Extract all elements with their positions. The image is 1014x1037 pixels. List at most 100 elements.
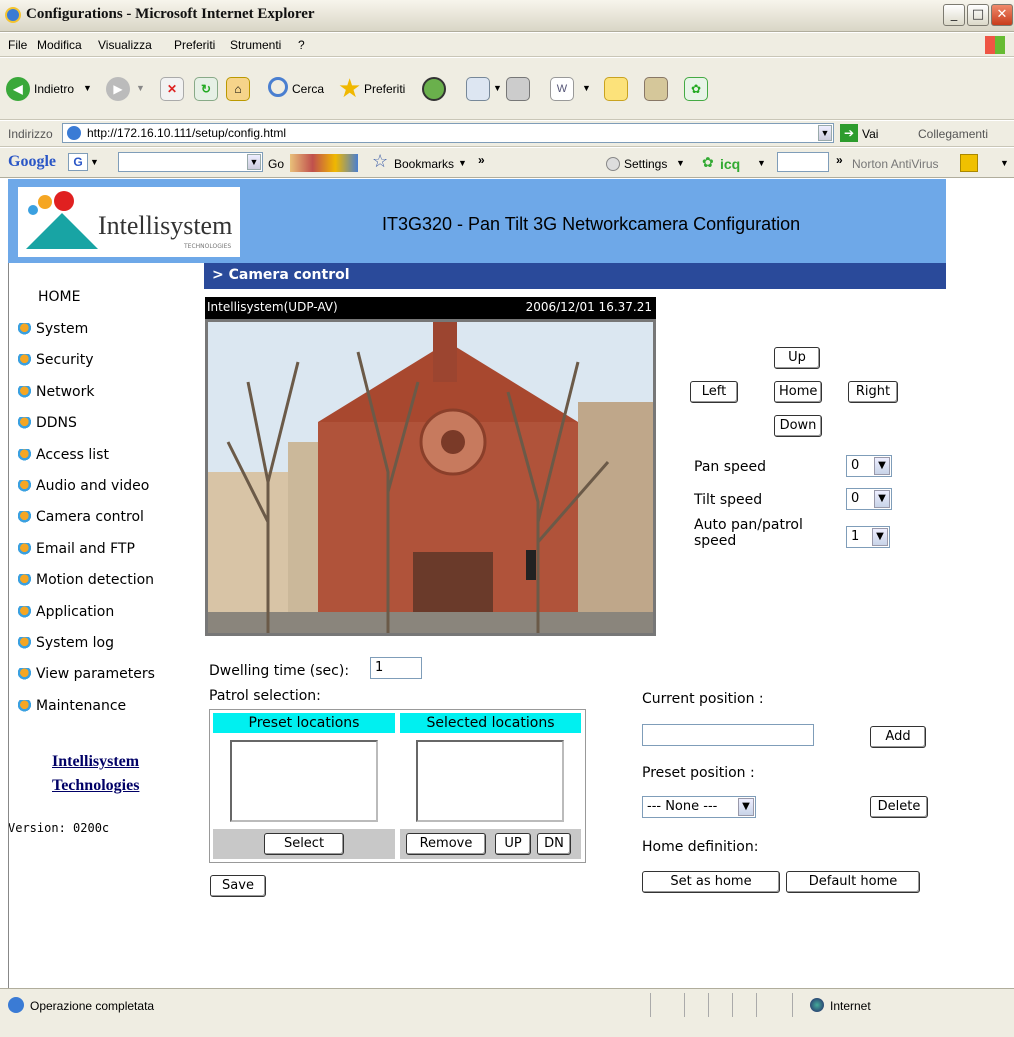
go-arrow-icon[interactable]: ➔	[840, 124, 858, 142]
stop-icon[interactable]: ✕	[160, 77, 184, 101]
maximize-button[interactable]: □	[967, 4, 989, 26]
menu-modifica[interactable]: Modifica	[37, 38, 82, 52]
nav-item-network[interactable]: Network	[18, 384, 94, 400]
mail-icon[interactable]	[466, 77, 490, 101]
back-arrow-icon[interactable]: ◀	[6, 77, 30, 101]
print-icon[interactable]	[506, 77, 530, 101]
settings-dropdown-icon[interactable]: ▼	[676, 158, 685, 168]
nav-item-email-and-ftp[interactable]: Email and FTP	[18, 541, 135, 557]
tilt-speed-select[interactable]: 0 ▼	[846, 488, 892, 510]
delete-preset-button[interactable]: Delete	[870, 796, 928, 818]
company-name-line1[interactable]: Intellisystem	[52, 753, 139, 771]
nav-item-security[interactable]: Security	[18, 352, 94, 368]
search-button-label[interactable]: Cerca	[292, 82, 324, 96]
refresh-icon[interactable]: ↻	[194, 77, 218, 101]
nav-item-camera-control[interactable]: Camera control	[18, 509, 144, 525]
nav-item-ddns[interactable]: DDNS	[18, 415, 77, 431]
google-tool-icons[interactable]	[290, 154, 358, 172]
google-go-button[interactable]: Go	[268, 157, 284, 171]
close-button[interactable]: ✕	[991, 4, 1013, 26]
icq-label[interactable]: icq	[720, 156, 740, 172]
nav-item-view-parameters[interactable]: View parameters	[18, 666, 155, 682]
mail-dropdown-icon[interactable]: ▼	[493, 83, 502, 93]
set-as-home-button[interactable]: Set as home	[642, 871, 780, 893]
nav-item-motion-detection[interactable]: Motion detection	[18, 572, 154, 588]
edit-dropdown-icon[interactable]: ▼	[582, 83, 591, 93]
norton-dropdown-icon[interactable]: ▼	[1000, 158, 1009, 168]
add-preset-button[interactable]: Add	[870, 726, 926, 748]
patrol-select-button[interactable]: Select	[264, 833, 344, 855]
dwelling-input[interactable]: 1	[370, 657, 422, 679]
nav-item-maintenance[interactable]: Maintenance	[18, 698, 126, 714]
icq-icon[interactable]: ✿	[702, 154, 714, 171]
google-logo[interactable]: Google	[8, 153, 56, 171]
pan-left-button[interactable]: Left	[690, 381, 738, 403]
forward-arrow-icon[interactable]: ▶	[106, 77, 130, 101]
icq-flower-icon[interactable]: ✿	[684, 77, 708, 101]
more-chevron-2-icon[interactable]: »	[836, 153, 843, 167]
nav-item-application[interactable]: Application	[18, 604, 114, 620]
bookmarks-dropdown-icon[interactable]: ▼	[458, 158, 467, 168]
more-chevron-icon[interactable]: »	[478, 153, 485, 167]
nav-item-audio-and-video[interactable]: Audio and video	[18, 478, 149, 494]
favorites-star-icon[interactable]: ★	[338, 73, 361, 104]
nav-item-system-log[interactable]: System log	[18, 635, 114, 651]
company-name-line2[interactable]: Technologies	[52, 777, 139, 795]
menu-file[interactable]: File	[8, 38, 27, 52]
preset-position-dropdown-icon[interactable]: ▼	[738, 798, 754, 816]
nav-item-system[interactable]: System	[18, 321, 88, 337]
pan-speed-dropdown-icon[interactable]: ▼	[874, 457, 890, 475]
icq-dropdown-icon[interactable]: ▼	[757, 158, 766, 168]
back-button-label[interactable]: Indietro	[34, 82, 74, 96]
menu-strumenti[interactable]: Strumenti	[230, 38, 281, 52]
patrol-up-button[interactable]: UP	[495, 833, 531, 855]
settings-button[interactable]: Settings	[624, 157, 667, 171]
note-icon[interactable]	[604, 77, 628, 101]
patrol-remove-button[interactable]: Remove	[406, 833, 486, 855]
nav-item-access-list[interactable]: Access list	[18, 447, 109, 463]
google-menu-icon[interactable]: ▼	[90, 157, 99, 167]
history-icon[interactable]	[422, 77, 446, 101]
address-dropdown-icon[interactable]: ▼	[818, 125, 832, 141]
google-search-input[interactable]: ▼	[118, 152, 263, 172]
icq-input[interactable]	[777, 152, 829, 172]
menu-visualizza[interactable]: Visualizza	[98, 38, 152, 52]
auto-speed-dropdown-icon[interactable]: ▼	[872, 528, 888, 546]
research-icon[interactable]	[644, 77, 668, 101]
back-dropdown-icon[interactable]: ▼	[83, 83, 92, 93]
edit-word-icon[interactable]: W	[550, 77, 574, 101]
auto-speed-select[interactable]: 1 ▼	[846, 526, 890, 548]
links-label[interactable]: Collegamenti	[918, 127, 988, 141]
settings-circle-icon[interactable]	[606, 157, 620, 171]
preset-position-select[interactable]: --- None --- ▼	[642, 796, 756, 818]
selected-locations-list[interactable]	[416, 740, 564, 822]
pan-right-button[interactable]: Right	[848, 381, 898, 403]
forward-dropdown-icon[interactable]: ▼	[136, 83, 145, 93]
default-home-button[interactable]: Default home	[786, 871, 920, 893]
search-icon[interactable]	[268, 77, 288, 97]
tilt-speed-dropdown-icon[interactable]: ▼	[874, 490, 890, 508]
menu-preferiti[interactable]: Preferiti	[174, 38, 215, 52]
pan-up-button[interactable]: Up	[774, 347, 820, 369]
address-input[interactable]: http://172.16.10.111/setup/config.html ▼	[62, 123, 834, 143]
preset-locations-list[interactable]	[230, 740, 378, 822]
minimize-button[interactable]: _	[943, 4, 965, 26]
google-search-dropdown-icon[interactable]: ▼	[247, 154, 261, 170]
bookmarks-star-icon[interactable]: ☆	[372, 151, 388, 172]
pan-home-button[interactable]: Home	[774, 381, 822, 403]
pan-down-button[interactable]: Down	[774, 415, 822, 437]
google-g-icon[interactable]: G	[68, 153, 88, 171]
save-button[interactable]: Save	[210, 875, 266, 897]
nav-home[interactable]: HOME	[38, 289, 80, 305]
go-button[interactable]: Vai	[862, 127, 878, 141]
norton-icon[interactable]	[960, 154, 978, 172]
patrol-down-button[interactable]: DN	[537, 833, 571, 855]
norton-label[interactable]: Norton AntiVirus	[852, 157, 939, 171]
menu-help[interactable]: ?	[298, 38, 305, 52]
pan-speed-select[interactable]: 0 ▼	[846, 455, 892, 477]
address-url[interactable]: http://172.16.10.111/setup/config.html	[87, 126, 286, 140]
home-icon[interactable]: ⌂	[226, 77, 250, 101]
favorites-button-label[interactable]: Preferiti	[364, 82, 405, 96]
bookmarks-button[interactable]: Bookmarks	[394, 157, 454, 171]
current-position-input[interactable]	[642, 724, 814, 746]
